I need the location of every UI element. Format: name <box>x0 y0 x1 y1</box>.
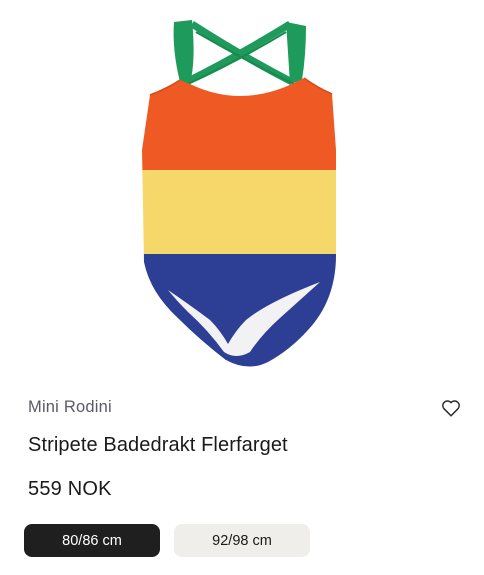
heart-icon[interactable] <box>440 397 462 419</box>
size-selector: 80/86 cm 92/98 cm <box>24 524 310 557</box>
product-price: 559 NOK <box>28 478 112 500</box>
strap-left <box>173 20 194 84</box>
strap-right <box>286 22 306 84</box>
brand-name[interactable]: Mini Rodini <box>28 398 112 417</box>
size-option-80-86[interactable]: 80/86 cm <box>24 524 160 557</box>
product-image[interactable] <box>0 0 484 385</box>
product-title: Stripete Badedrakt Flerfarget <box>28 434 288 456</box>
size-option-92-98[interactable]: 92/98 cm <box>174 524 310 557</box>
swimsuit-illustration <box>142 20 336 367</box>
